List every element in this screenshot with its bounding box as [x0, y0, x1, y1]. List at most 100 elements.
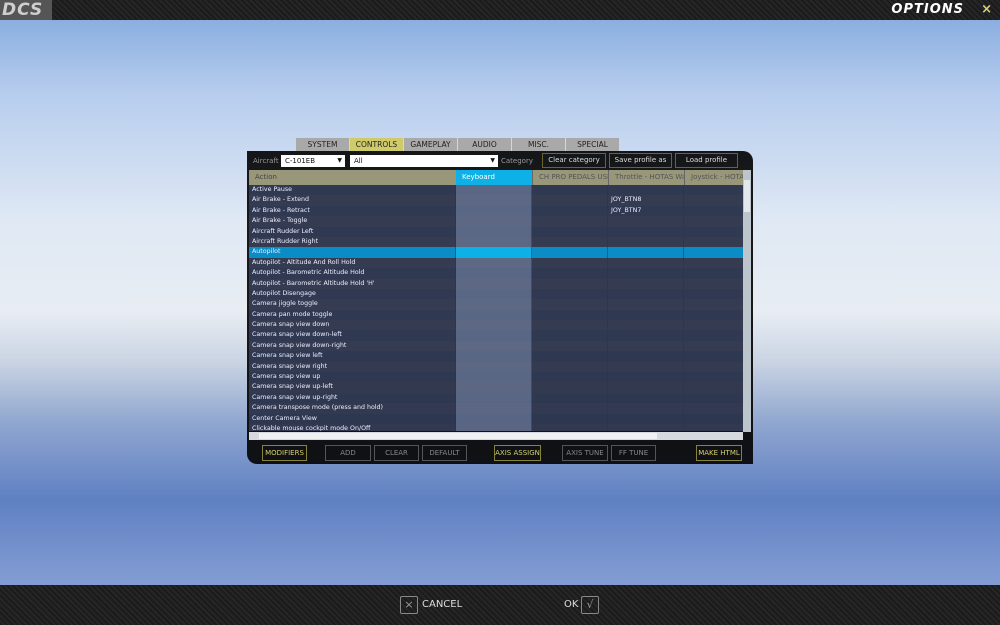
- table-row[interactable]: Center Camera View: [249, 413, 744, 424]
- binding-cell[interactable]: [608, 330, 684, 341]
- axis-tune-button[interactable]: AXIS TUNE: [562, 445, 608, 461]
- binding-cell[interactable]: [532, 205, 608, 217]
- tab-misc[interactable]: MISC.: [512, 138, 565, 151]
- binding-cell[interactable]: [456, 288, 532, 300]
- table-row[interactable]: Active Pause: [249, 185, 744, 196]
- binding-cell[interactable]: [684, 268, 744, 279]
- binding-cell[interactable]: JOY_BTN8: [608, 195, 684, 206]
- table-row[interactable]: Aircraft Rudder Right: [249, 236, 744, 248]
- binding-cell[interactable]: [532, 216, 608, 227]
- binding-cell[interactable]: [684, 226, 744, 237]
- action-cell[interactable]: Center Camera View: [249, 413, 456, 424]
- binding-cell[interactable]: [608, 340, 684, 352]
- binding-cell[interactable]: [684, 403, 744, 414]
- binding-cell[interactable]: [684, 340, 744, 352]
- table-row[interactable]: Camera snap view left: [249, 351, 744, 362]
- action-cell[interactable]: Air Brake - Toggle: [249, 216, 456, 227]
- binding-cell[interactable]: [608, 320, 684, 331]
- binding-cell[interactable]: [532, 403, 608, 414]
- action-cell[interactable]: Camera jiggle toggle: [249, 299, 456, 310]
- action-cell[interactable]: Aircraft Rudder Left: [249, 226, 456, 237]
- binding-cell[interactable]: [608, 351, 684, 362]
- binding-cell[interactable]: [456, 330, 532, 341]
- binding-cell[interactable]: [684, 309, 744, 321]
- binding-cell[interactable]: [608, 288, 684, 300]
- binding-cell[interactable]: [456, 403, 532, 414]
- action-cell[interactable]: Camera snap view down-left: [249, 330, 456, 341]
- binding-cell[interactable]: [456, 392, 532, 404]
- binding-cell[interactable]: [456, 247, 532, 258]
- binding-cell[interactable]: [684, 195, 744, 206]
- binding-cell[interactable]: [684, 247, 744, 258]
- ok-button[interactable]: OK: [564, 599, 578, 610]
- horizontal-scrollbar[interactable]: [249, 432, 743, 440]
- table-row[interactable]: Autopilot - Barometric Altitude Hold: [249, 268, 744, 279]
- binding-cell[interactable]: [608, 309, 684, 321]
- binding-cell[interactable]: [456, 299, 532, 310]
- category-select[interactable]: All ▼: [350, 155, 498, 167]
- binding-cell[interactable]: [532, 185, 608, 196]
- table-row[interactable]: Camera snap view up: [249, 372, 744, 383]
- action-cell[interactable]: Camera pan mode toggle: [249, 309, 456, 321]
- action-cell[interactable]: Autopilot - Barometric Altitude Hold 'H': [249, 278, 456, 289]
- binding-cell[interactable]: [532, 361, 608, 373]
- clear-category-button[interactable]: Clear category: [542, 153, 606, 168]
- cancel-icon[interactable]: ×: [400, 596, 418, 614]
- column-header-keyboard[interactable]: Keyboard: [456, 170, 532, 185]
- column-header-action[interactable]: Action: [249, 170, 456, 185]
- modifiers-button[interactable]: MODIFIERS: [262, 445, 307, 461]
- tab-system[interactable]: SYSTEM: [296, 138, 349, 151]
- action-cell[interactable]: Air Brake - Retract: [249, 205, 456, 217]
- binding-cell[interactable]: [532, 392, 608, 404]
- table-row[interactable]: Camera transpose mode (press and hold): [249, 403, 744, 414]
- binding-cell[interactable]: [684, 392, 744, 404]
- make-html-button[interactable]: MAKE HTML: [696, 445, 742, 461]
- default-button[interactable]: DEFAULT: [422, 445, 467, 461]
- binding-cell[interactable]: JOY_BTN7: [608, 205, 684, 217]
- binding-cell[interactable]: [608, 372, 684, 383]
- tab-gameplay[interactable]: GAMEPLAY: [404, 138, 457, 151]
- add-button[interactable]: ADD: [325, 445, 371, 461]
- binding-cell[interactable]: [608, 236, 684, 248]
- binding-cell[interactable]: [608, 423, 684, 431]
- table-row[interactable]: Aircraft Rudder Left: [249, 226, 744, 237]
- binding-cell[interactable]: [456, 278, 532, 289]
- binding-cell[interactable]: [532, 195, 608, 206]
- load-profile-button[interactable]: Load profile: [675, 153, 738, 168]
- binding-cell[interactable]: [532, 423, 608, 431]
- table-row[interactable]: Air Brake - Toggle: [249, 216, 744, 227]
- action-cell[interactable]: Camera snap view up-right: [249, 392, 456, 404]
- binding-cell[interactable]: [532, 320, 608, 331]
- binding-cell[interactable]: [608, 392, 684, 404]
- table-row[interactable]: Camera snap view down: [249, 320, 744, 331]
- binding-cell[interactable]: [456, 185, 532, 196]
- table-row[interactable]: Camera snap view down-right: [249, 340, 744, 352]
- action-cell[interactable]: Camera snap view down: [249, 320, 456, 331]
- action-cell[interactable]: Autopilot - Barometric Altitude Hold: [249, 268, 456, 279]
- binding-cell[interactable]: [532, 236, 608, 248]
- binding-cell[interactable]: [456, 320, 532, 331]
- binding-cell[interactable]: [532, 247, 608, 258]
- binding-cell[interactable]: [608, 413, 684, 424]
- binding-cell[interactable]: [456, 236, 532, 248]
- binding-cell[interactable]: [608, 185, 684, 196]
- aircraft-select[interactable]: C-101EB ▼: [281, 155, 345, 167]
- binding-cell[interactable]: [608, 299, 684, 310]
- table-row[interactable]: Air Brake - Extend JOY_BTN8: [249, 195, 744, 206]
- binding-cell[interactable]: [608, 216, 684, 227]
- tab-special[interactable]: SPECIAL: [566, 138, 619, 151]
- binding-cell[interactable]: [456, 372, 532, 383]
- binding-cell[interactable]: [608, 278, 684, 289]
- table-row[interactable]: Camera pan mode toggle: [249, 309, 744, 321]
- tab-audio[interactable]: AUDIO: [458, 138, 511, 151]
- binding-cell[interactable]: [456, 268, 532, 279]
- action-cell[interactable]: Camera snap view right: [249, 361, 456, 373]
- binding-cell[interactable]: [456, 361, 532, 373]
- binding-cell[interactable]: [684, 361, 744, 373]
- action-cell[interactable]: Camera snap view left: [249, 351, 456, 362]
- binding-cell[interactable]: [532, 257, 608, 269]
- table-row[interactable]: Camera snap view up-right: [249, 392, 744, 404]
- binding-cell[interactable]: [608, 403, 684, 414]
- binding-cell[interactable]: [532, 226, 608, 237]
- clear-button[interactable]: CLEAR: [374, 445, 419, 461]
